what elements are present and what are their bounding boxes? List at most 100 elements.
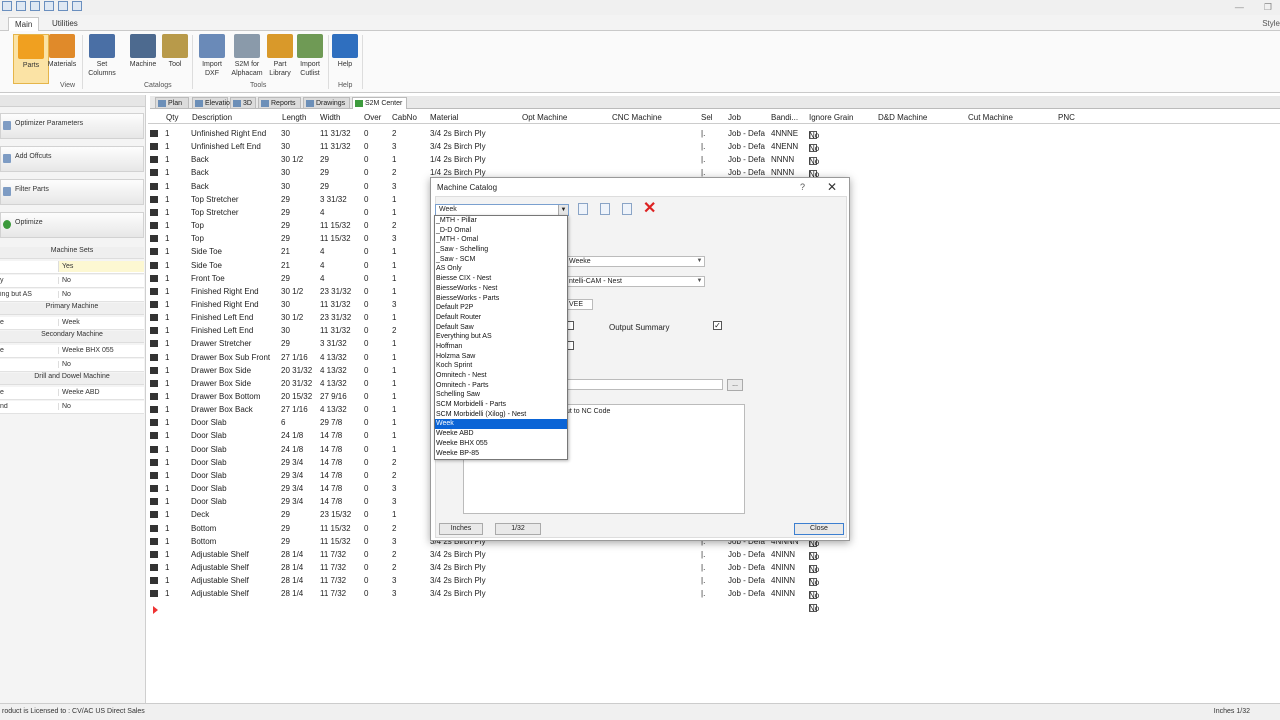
row-edit-icon[interactable] bbox=[150, 143, 158, 151]
browse-button[interactable]: ... bbox=[727, 379, 743, 391]
table-cell[interactable]: 29 bbox=[281, 195, 290, 204]
table-cell[interactable]: 1 bbox=[165, 379, 169, 388]
column-header[interactable]: CNC Machine bbox=[612, 113, 662, 122]
table-cell[interactable]: 30 1/2 bbox=[281, 313, 303, 322]
table-cell[interactable]: Unfinished Right End bbox=[191, 129, 266, 138]
table-cell[interactable]: 1 bbox=[392, 353, 396, 362]
machine-code-input[interactable]: VEE bbox=[565, 299, 593, 310]
table-cell[interactable]: 29 bbox=[281, 274, 290, 283]
row-edit-icon[interactable] bbox=[150, 379, 158, 387]
left-optimizer-button[interactable]: Optimizer Parameters bbox=[0, 113, 144, 139]
table-cell[interactable]: 0 bbox=[364, 208, 368, 217]
table-cell[interactable]: 4NINN bbox=[771, 563, 795, 572]
table-cell[interactable]: 0 bbox=[364, 182, 368, 191]
ribbon-button-4[interactable]: Tool bbox=[157, 34, 193, 69]
ribbon-button-5[interactable]: Import DXF bbox=[194, 34, 230, 78]
column-header[interactable]: Material bbox=[430, 113, 458, 122]
column-header[interactable]: D&D Machine bbox=[878, 113, 927, 122]
table-cell[interactable]: 30 bbox=[281, 300, 290, 309]
row-edit-icon[interactable] bbox=[150, 130, 158, 137]
table-cell[interactable]: 0 bbox=[364, 418, 368, 427]
table-cell[interactable]: 14 7/8 bbox=[320, 445, 342, 454]
table-cell[interactable]: 21 bbox=[281, 261, 290, 270]
table-cell[interactable]: 29 3/4 bbox=[281, 458, 303, 467]
table-cell[interactable]: 4 bbox=[320, 261, 324, 270]
table-cell[interactable]: Side Toe bbox=[191, 247, 222, 256]
row-edit-icon[interactable] bbox=[150, 524, 158, 532]
table-cell[interactable]: Drawer Stretcher bbox=[191, 339, 251, 348]
table-cell[interactable]: 29 3/4 bbox=[281, 484, 303, 493]
new-icon[interactable] bbox=[2, 1, 12, 11]
units-button[interactable]: Inches bbox=[439, 523, 483, 535]
dropdown-item[interactable]: _MTH - Pillar bbox=[435, 216, 567, 226]
table-cell[interactable]: 28 1/4 bbox=[281, 550, 303, 559]
paste-machine-button[interactable] bbox=[619, 202, 635, 217]
table-cell[interactable]: 1 bbox=[392, 510, 396, 519]
table-cell[interactable]: 1 bbox=[392, 366, 396, 375]
table-cell[interactable]: Drawer Box Back bbox=[191, 405, 253, 414]
table-cell[interactable]: 0 bbox=[364, 524, 368, 533]
chevron-down-icon[interactable]: ▼ bbox=[558, 205, 568, 215]
table-cell[interactable]: 29 bbox=[281, 208, 290, 217]
table-cell[interactable]: 3 31/32 bbox=[320, 339, 347, 348]
table-cell[interactable]: 1 bbox=[392, 392, 396, 401]
table-cell[interactable]: 0 bbox=[364, 471, 368, 480]
dropdown-item[interactable]: SCM Morbidelli - Parts bbox=[435, 400, 567, 410]
table-cell[interactable]: 0 bbox=[364, 247, 368, 256]
table-cell[interactable]: Finished Left End bbox=[191, 326, 253, 335]
row-edit-icon[interactable] bbox=[150, 314, 158, 322]
dropdown-item[interactable]: Weeke ABD bbox=[435, 429, 567, 439]
dropdown-item[interactable]: _MTH - Omal bbox=[435, 235, 567, 245]
table-cell[interactable]: 4 bbox=[320, 208, 324, 217]
dropdown-item[interactable]: Schelling Saw bbox=[435, 390, 567, 400]
table-cell[interactable]: 0 bbox=[364, 142, 368, 151]
dropdown-item[interactable]: Everything but AS bbox=[435, 332, 567, 342]
table-cell[interactable]: 0 bbox=[364, 313, 368, 322]
table-cell[interactable]: 24 1/8 bbox=[281, 431, 303, 440]
table-cell[interactable]: 0 bbox=[364, 261, 368, 270]
row-edit-icon[interactable] bbox=[150, 393, 158, 400]
table-cell[interactable]: 3 bbox=[392, 234, 396, 243]
table-cell[interactable]: 1 bbox=[165, 458, 169, 467]
row-edit-icon[interactable] bbox=[150, 485, 158, 493]
table-cell[interactable]: 11 31/32 bbox=[320, 142, 351, 151]
table-cell[interactable]: 29 bbox=[281, 537, 290, 546]
table-cell[interactable]: 3/4 2s Birch Ply bbox=[430, 589, 486, 598]
ribbon-button-1[interactable]: Materials bbox=[44, 34, 80, 69]
table-cell[interactable]: 0 bbox=[364, 326, 368, 335]
table-cell[interactable]: 28 1/4 bbox=[281, 576, 303, 585]
table-cell[interactable]: 0 bbox=[364, 287, 368, 296]
property-value[interactable]: Yes bbox=[58, 261, 144, 272]
table-cell[interactable]: 27 1/16 bbox=[281, 353, 308, 362]
table-cell[interactable]: Job - Defa bbox=[728, 576, 765, 585]
table-cell[interactable]: 11 7/32 bbox=[320, 576, 346, 585]
table-cell[interactable]: 4 bbox=[320, 247, 324, 256]
table-cell[interactable]: 14 7/8 bbox=[320, 431, 342, 440]
table-cell[interactable]: 1 bbox=[392, 247, 396, 256]
table-cell[interactable]: 1 bbox=[165, 392, 169, 401]
ribbon-button-3[interactable]: Machine bbox=[125, 34, 161, 69]
table-cell[interactable]: 0 bbox=[364, 458, 368, 467]
dropdown-item[interactable]: SCM Morbidelli (Xilog) - Nest bbox=[435, 410, 567, 420]
table-cell[interactable]: 1 bbox=[392, 274, 396, 283]
ribbon-tab-main[interactable]: Main bbox=[8, 17, 40, 31]
table-cell[interactable]: 30 bbox=[281, 129, 290, 138]
table-cell[interactable]: 3 bbox=[392, 589, 396, 598]
dropdown-item[interactable]: _Saw - SCM bbox=[435, 255, 567, 265]
table-cell[interactable]: 1 bbox=[165, 537, 169, 546]
table-cell[interactable]: Front Toe bbox=[191, 274, 225, 283]
table-cell[interactable]: Finished Right End bbox=[191, 287, 259, 296]
table-cell[interactable]: 28 1/4 bbox=[281, 589, 303, 598]
close-icon[interactable]: ✕ bbox=[827, 180, 837, 194]
table-cell[interactable]: Door Slab bbox=[191, 458, 227, 467]
table-cell[interactable]: 0 bbox=[364, 537, 368, 546]
table-cell[interactable]: 29 bbox=[320, 168, 329, 177]
table-cell[interactable]: 11 7/32 bbox=[320, 589, 346, 598]
row-edit-icon[interactable] bbox=[150, 248, 158, 256]
table-cell[interactable]: 1 bbox=[392, 405, 396, 414]
left-property-row[interactable]: e Weeke ABD bbox=[0, 387, 144, 400]
doc-tab-2[interactable]: 3D bbox=[230, 97, 256, 109]
table-cell[interactable]: 11 15/32 bbox=[320, 221, 351, 230]
column-header[interactable]: Over bbox=[364, 113, 381, 122]
table-cell[interactable]: Unfinished Left End bbox=[191, 142, 261, 151]
